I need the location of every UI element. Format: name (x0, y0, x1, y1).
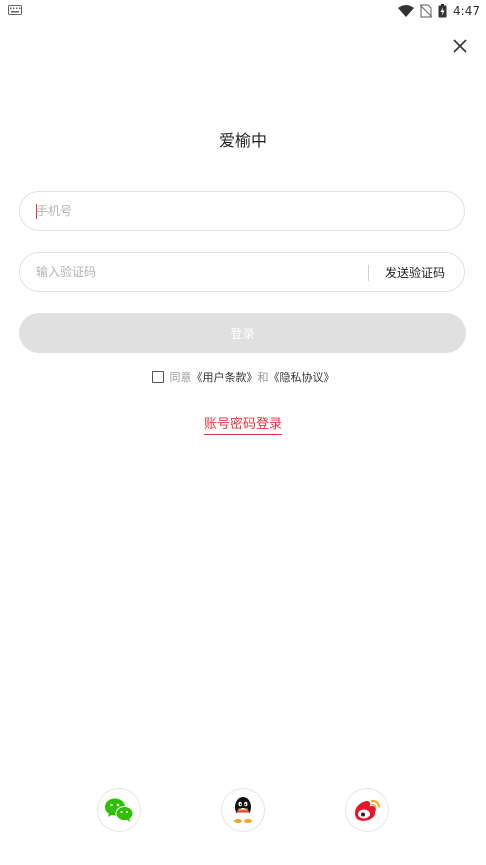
password-login-link[interactable]: 账号密码登录 (203, 413, 282, 435)
keyboard-icon (8, 5, 22, 15)
privacy-link[interactable]: 《隐私协议》 (269, 369, 335, 385)
phone-field (19, 191, 465, 231)
send-code-button[interactable]: 发送验证码 (366, 253, 464, 291)
agreement-conjunction: 和 (257, 371, 269, 384)
wechat-login-button[interactable] (97, 788, 141, 832)
battery-charging-icon (438, 4, 447, 18)
user-terms-link[interactable]: 《用户条款》 (192, 369, 258, 385)
wechat-icon (105, 798, 134, 822)
phone-input[interactable] (36, 192, 436, 230)
status-bar: 4:47 (0, 0, 486, 22)
agreement-checkbox[interactable] (151, 371, 164, 383)
no-sim-icon (420, 4, 433, 18)
agreement-row: 同意 《用户条款》 和 《隐私协议》 (0, 369, 486, 385)
weibo-login-button[interactable] (345, 788, 389, 832)
verification-code-input[interactable] (36, 253, 356, 291)
qq-icon (234, 797, 252, 823)
code-field: 发送验证码 (19, 252, 465, 292)
weibo-icon (355, 799, 380, 821)
app-title: 爱榆中 (218, 131, 267, 150)
password-login-row: 账号密码登录 (0, 413, 486, 435)
wifi-icon (398, 4, 415, 17)
agreement-prefix: 同意 (169, 371, 192, 384)
status-time: 4:47 (453, 4, 480, 18)
close-button[interactable] (448, 34, 472, 58)
login-button[interactable]: 登录 (19, 313, 466, 353)
qq-login-button[interactable] (221, 788, 265, 832)
close-icon (453, 39, 467, 53)
